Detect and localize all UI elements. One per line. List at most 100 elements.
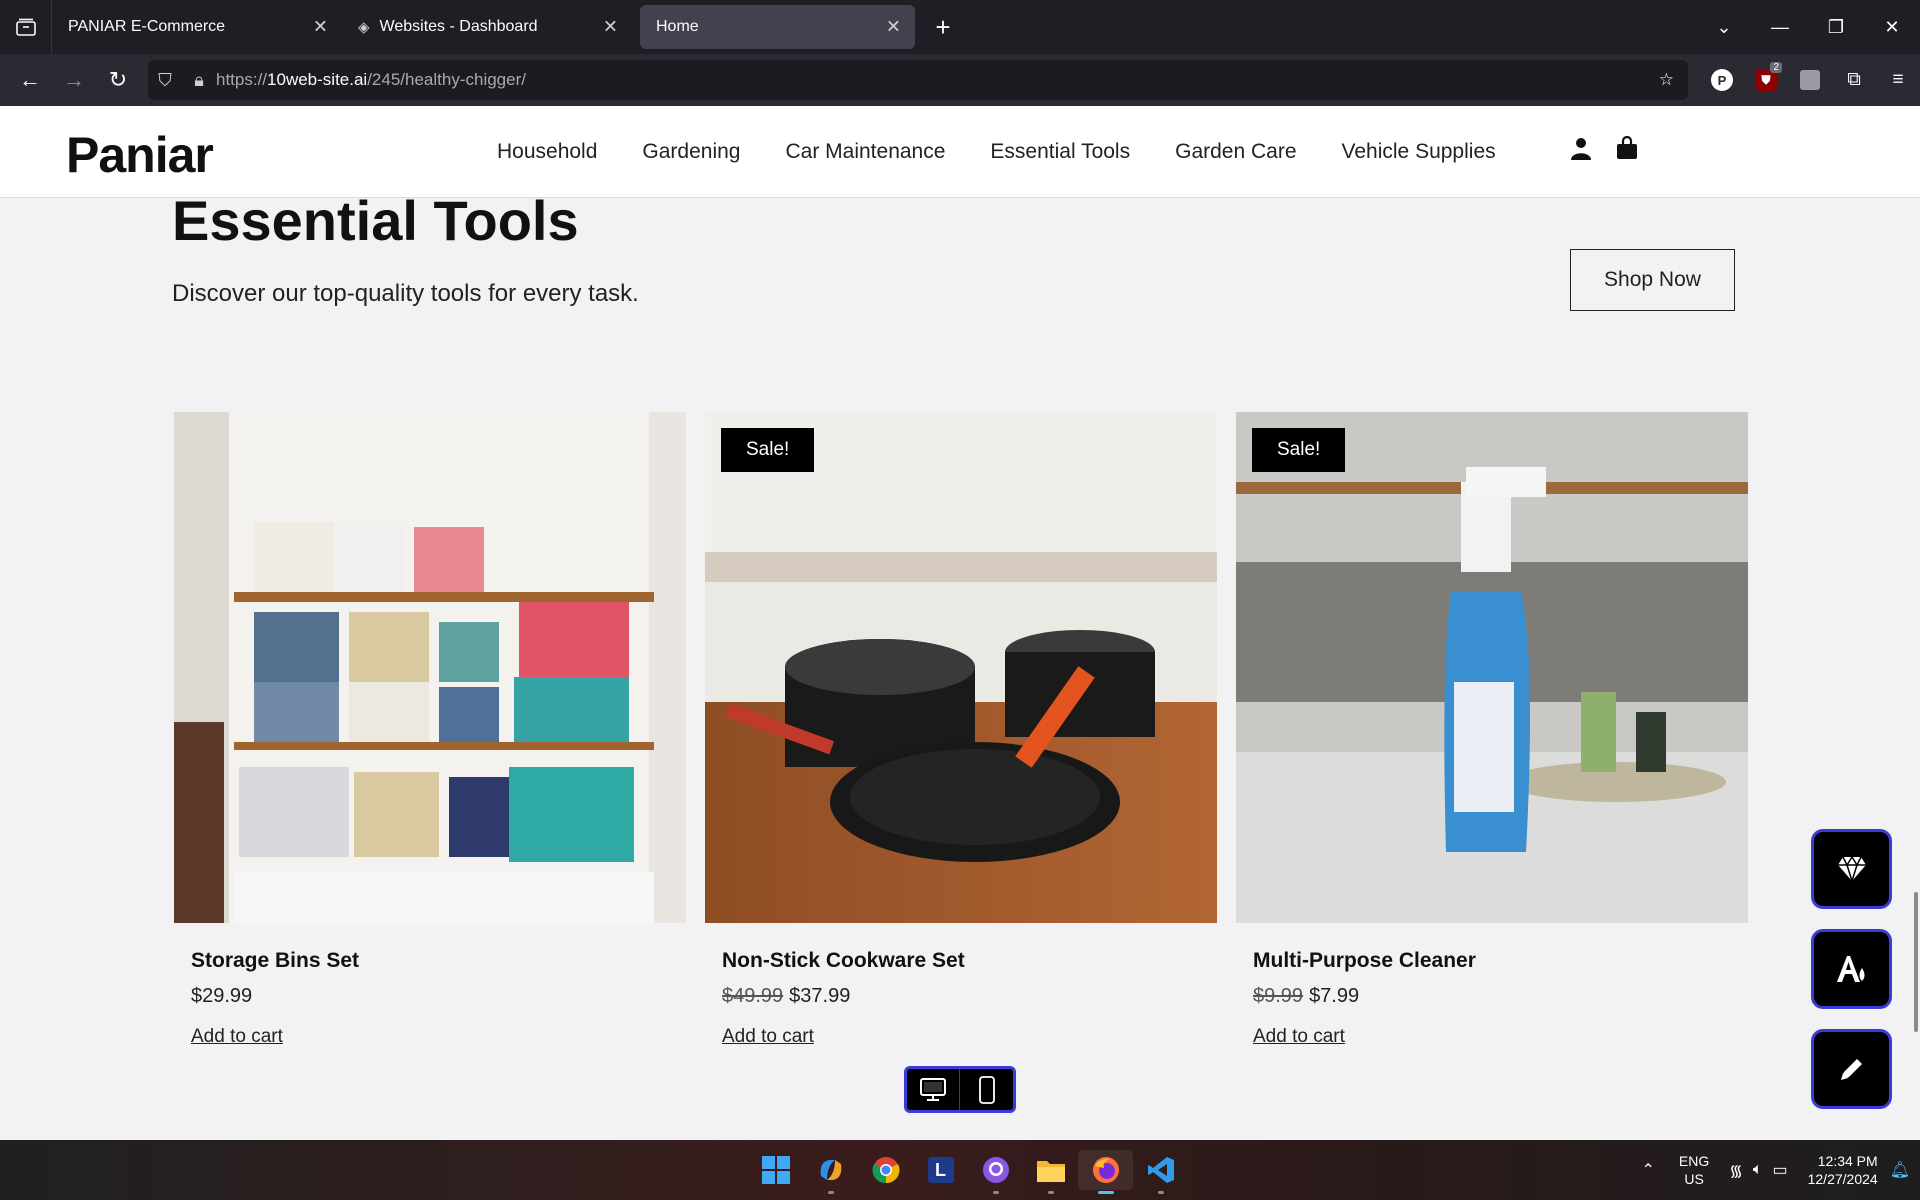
running-indicator <box>827 1191 834 1194</box>
taskbar-firefox[interactable] <box>1078 1150 1133 1194</box>
product-grid: Storage Bins Set $29.99 Add to cart Sale… <box>174 412 1767 1048</box>
nav-car-maintenance[interactable]: Car Maintenance <box>785 140 945 164</box>
profile-extension[interactable]: P <box>1700 60 1744 100</box>
product-image-cookware[interactable]: Sale! <box>705 412 1217 923</box>
running-indicator <box>1157 1191 1164 1194</box>
ublock-extension[interactable]: ⛊ 2 <box>1744 60 1788 100</box>
shop-now-button[interactable]: Shop Now <box>1570 249 1735 311</box>
browser-tab-bar: PANIAR E-Commerce ✕ ◈ Websites - Dashboa… <box>0 0 1920 54</box>
copilot-icon <box>820 1160 841 1180</box>
current-price: $7.99 <box>1309 985 1360 1007</box>
reload-button[interactable]: ↻ <box>96 60 140 100</box>
taskbar-l-app[interactable]: L <box>913 1150 968 1190</box>
nav-garden-care[interactable]: Garden Care <box>1175 140 1296 164</box>
mobile-view-button[interactable] <box>960 1069 1013 1110</box>
url-scheme: https:// <box>216 70 268 89</box>
url-bar[interactable]: ⛉ 🔒︎ https://10web-site.ai/245/healthy-c… <box>148 60 1688 100</box>
taskbar-file-explorer[interactable] <box>1023 1150 1078 1194</box>
taskbar-github[interactable] <box>968 1150 1023 1194</box>
product-name[interactable]: Multi-Purpose Cleaner <box>1253 949 1748 973</box>
close-window-icon[interactable]: ✕ <box>1864 17 1920 38</box>
old-price: $49.99 <box>722 985 784 1007</box>
nav-essential-tools[interactable]: Essential Tools <box>990 140 1130 164</box>
product-image-cleaner[interactable]: Sale! <box>1236 412 1748 923</box>
volume-icon[interactable]: 🔈︎ <box>1753 1161 1763 1179</box>
current-price: $37.99 <box>789 985 851 1007</box>
url-path: /245/healthy-chigger/ <box>367 70 526 89</box>
section-title: Essential Tools <box>172 189 579 252</box>
taskbar-vscode[interactable] <box>1133 1150 1188 1194</box>
extension-badge: 2 <box>1770 62 1782 73</box>
style-tool-button[interactable] <box>1811 929 1892 1009</box>
browser-tab-dashboard[interactable]: ◈ Websites - Dashboard ✕ <box>342 0 632 54</box>
site-logo[interactable]: Paniar <box>66 126 214 184</box>
device-preview-switch <box>904 1066 1016 1113</box>
sale-badge: Sale! <box>721 428 815 472</box>
puzzle-icon: ⧉ <box>1847 69 1861 90</box>
language-code: ENG <box>1678 1153 1710 1169</box>
desktop-view-button[interactable] <box>907 1069 960 1110</box>
close-tab-icon[interactable]: ✕ <box>603 17 618 38</box>
bookmark-star-icon[interactable]: ☆ <box>1659 70 1674 90</box>
forward-button[interactable]: → <box>52 60 96 100</box>
github-icon <box>982 1157 1009 1183</box>
extension-icon <box>1800 70 1820 90</box>
tab-title: Websites - Dashboard <box>379 18 538 35</box>
firefox-icon <box>1092 1157 1119 1183</box>
start-button[interactable] <box>748 1150 803 1190</box>
taskbar-chrome[interactable] <box>858 1150 913 1190</box>
cart-bag-icon[interactable] <box>1604 136 1650 160</box>
account-icon[interactable] <box>1558 136 1604 160</box>
old-price: $9.99 <box>1253 985 1304 1007</box>
add-to-cart-link[interactable]: Add to cart <box>1253 1026 1345 1048</box>
add-to-cart-link[interactable]: Add to cart <box>722 1026 814 1048</box>
product-image-storage-bins[interactable] <box>174 412 686 923</box>
tab-title: Home <box>656 18 699 35</box>
extensions-toolbar: P ⛊ 2 ⧉ ≡ <box>1700 60 1920 100</box>
back-button[interactable]: ← <box>8 60 52 100</box>
product-name[interactable]: Storage Bins Set <box>191 949 686 973</box>
nav-gardening[interactable]: Gardening <box>642 140 740 164</box>
clock[interactable]: 12:34 PM 12/27/2024 <box>1808 1152 1878 1188</box>
region-code: US <box>1684 1171 1704 1187</box>
browser-tab-paniar[interactable]: PANIAR E-Commerce ✕ <box>52 0 342 54</box>
lock-icon[interactable]: 🔒︎ <box>182 70 216 91</box>
menu-button[interactable]: ≡ <box>1876 60 1920 100</box>
extensions-button[interactable]: ⧉ <box>1832 60 1876 100</box>
battery-icon[interactable]: ▭ <box>1772 1160 1787 1180</box>
minimize-icon[interactable]: — <box>1752 17 1808 38</box>
browser-nav-bar: ← → ↻ ⛉ 🔒︎ https://10web-site.ai/245/hea… <box>0 54 1920 106</box>
url-text[interactable]: https://10web-site.ai/245/healthy-chigge… <box>216 70 526 90</box>
taskbar-copilot[interactable] <box>803 1150 858 1194</box>
list-all-tabs-icon[interactable]: ⌄ <box>1696 17 1752 38</box>
diamond-icon: ◈ <box>358 19 370 36</box>
product-name[interactable]: Non-Stick Cookware Set <box>722 949 1217 973</box>
chevron-up-icon[interactable]: ⌃ <box>1642 1160 1655 1180</box>
running-indicator <box>992 1191 999 1194</box>
close-tab-icon[interactable]: ✕ <box>886 17 901 38</box>
language-indicator[interactable]: ENG US <box>1679 1152 1709 1188</box>
nav-household[interactable]: Household <box>497 140 597 164</box>
notification-bell-icon[interactable]: 🔔︎ <box>1890 1160 1910 1180</box>
nav-vehicle-supplies[interactable]: Vehicle Supplies <box>1342 140 1496 164</box>
add-to-cart-link[interactable]: Add to cart <box>191 1026 283 1048</box>
tab-list-icon <box>15 18 36 36</box>
restore-icon[interactable]: ❐ <box>1808 17 1864 38</box>
sale-badge: Sale! <box>1252 428 1346 472</box>
tab-list-button[interactable] <box>0 0 52 54</box>
extension-generic[interactable] <box>1788 60 1832 100</box>
diamond-tool-button[interactable] <box>1811 829 1892 909</box>
shield-icon[interactable]: ⛉ <box>148 70 182 91</box>
new-tab-button[interactable]: + <box>921 5 965 49</box>
product-card: Sale! Non-Stick Cookware Set $49.99 $37.9… <box>705 412 1217 1048</box>
diamond-icon <box>1837 856 1866 882</box>
plus-icon: + <box>935 11 951 42</box>
product-card: Storage Bins Set $29.99 Add to cart <box>174 412 686 1048</box>
main-nav: Household Gardening Car Maintenance Esse… <box>497 140 1541 164</box>
page-scrollbar[interactable] <box>1914 892 1918 1032</box>
close-tab-icon[interactable]: ✕ <box>313 17 328 38</box>
edit-tool-button[interactable] <box>1811 1029 1892 1109</box>
profile-icon: P <box>1711 69 1733 91</box>
browser-tab-home[interactable]: Home ✕ <box>640 5 915 49</box>
wifi-icon[interactable]: ᯾ <box>1729 1159 1743 1181</box>
